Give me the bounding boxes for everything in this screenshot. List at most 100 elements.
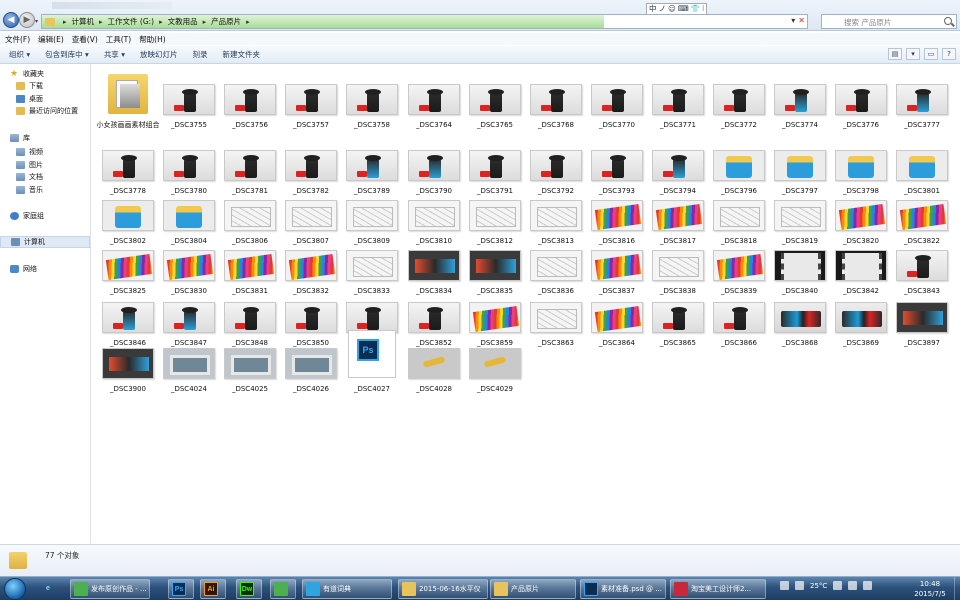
file-item[interactable]: _DSC3838 bbox=[648, 230, 708, 295]
breadcrumb-item[interactable]: 文教用品 bbox=[168, 16, 198, 27]
file-item[interactable]: _DSC3801 bbox=[892, 130, 952, 195]
taskbar-button[interactable]: 素材准备.psd @ ... bbox=[580, 579, 666, 599]
file-item[interactable]: _DSC3789 bbox=[342, 130, 402, 195]
file-item[interactable]: _DSC3813 bbox=[526, 180, 586, 245]
file-item[interactable]: _DSC3777 bbox=[892, 64, 952, 129]
menu-item[interactable]: 帮助(H) bbox=[139, 34, 166, 45]
file-item[interactable]: _DSC3816 bbox=[587, 180, 647, 245]
file-item[interactable]: _DSC3797 bbox=[770, 130, 830, 195]
file-item[interactable]: _DSC3758 bbox=[342, 64, 402, 129]
file-item[interactable]: _DSC3851 bbox=[342, 282, 402, 347]
file-item[interactable]: _DSC3864 bbox=[587, 282, 647, 347]
address-dropdown-icon[interactable]: ▾ bbox=[791, 16, 795, 25]
toolbar-button[interactable]: 组织 ▾ bbox=[9, 49, 30, 60]
ime-item[interactable]: ノ bbox=[659, 4, 667, 14]
file-item[interactable]: _DSC3807 bbox=[281, 180, 341, 245]
breadcrumb-separator-icon[interactable]: ▸ bbox=[246, 18, 250, 26]
file-item[interactable]: _DSC3852 bbox=[404, 282, 464, 347]
help-icon[interactable]: ? bbox=[942, 48, 956, 60]
file-item[interactable]: _DSC3830 bbox=[159, 230, 219, 295]
file-item[interactable]: _DSC3834 bbox=[404, 230, 464, 295]
file-item[interactable]: _DSC3825 bbox=[98, 230, 158, 295]
file-item[interactable]: _DSC3850 bbox=[281, 282, 341, 347]
file-item[interactable]: _DSC3798 bbox=[831, 130, 891, 195]
ime-item[interactable]: 👕 bbox=[691, 4, 700, 14]
file-item[interactable]: _DSC3755 bbox=[159, 64, 219, 129]
menu-item[interactable]: 查看(V) bbox=[72, 34, 98, 45]
volume-icon[interactable] bbox=[863, 581, 873, 590]
file-item[interactable]: _DSC3820 bbox=[831, 180, 891, 245]
toolbar-button[interactable]: 放映幻灯片 bbox=[140, 49, 178, 60]
taskbar-button[interactable]: 产品原片 bbox=[490, 579, 576, 599]
file-item[interactable]: _DSC3832 bbox=[281, 230, 341, 295]
forward-button[interactable]: ▶ bbox=[19, 12, 35, 28]
ime-item[interactable]: ⌨ bbox=[678, 4, 689, 14]
sidebar-item[interactable]: 视频 bbox=[0, 146, 90, 158]
file-item[interactable]: _DSC3782 bbox=[281, 130, 341, 195]
taskbar-button[interactable]: Ps bbox=[168, 579, 194, 599]
file-item[interactable]: _DSC3897 bbox=[892, 282, 952, 347]
menu-item[interactable]: 编辑(E) bbox=[38, 34, 64, 45]
file-item[interactable]: _DSC3757 bbox=[281, 64, 341, 129]
file-item[interactable]: _DSC3790 bbox=[404, 130, 464, 195]
file-item[interactable]: _DSC3780 bbox=[159, 130, 219, 195]
file-item[interactable]: _DSC3817 bbox=[648, 180, 708, 245]
file-item[interactable]: _DSC3866 bbox=[709, 282, 769, 347]
file-item[interactable]: _DSC3848 bbox=[220, 282, 280, 347]
toolbar-button[interactable]: 共享 ▾ bbox=[104, 49, 125, 60]
file-item[interactable]: _DSC3868 bbox=[770, 282, 830, 347]
sidebar-item[interactable]: 图片 bbox=[0, 159, 90, 171]
network-icon[interactable] bbox=[848, 581, 858, 590]
file-item[interactable]: _DSC3809 bbox=[342, 180, 402, 245]
view-dropdown-icon[interactable]: ▾ bbox=[906, 48, 920, 60]
file-item[interactable]: _DSC3791 bbox=[465, 130, 525, 195]
file-item[interactable]: _DSC3836 bbox=[526, 230, 586, 295]
address-bar[interactable]: ▸ 计算机 ▸ 工作文件 (G:) ▸ 文教用品 ▸ 产品原片 ▸ ▾ ✕ bbox=[41, 14, 808, 29]
taskbar-button[interactable]: Ai bbox=[200, 579, 226, 599]
sidebar-item[interactable]: 下载 bbox=[0, 80, 90, 92]
menu-item[interactable]: 工具(T) bbox=[106, 34, 131, 45]
file-item[interactable]: _DSC4029 bbox=[465, 328, 525, 393]
file-item[interactable]: _DSC3765 bbox=[465, 64, 525, 129]
file-item[interactable]: _DSC4028 bbox=[404, 328, 464, 393]
ime-item[interactable]: ⁝ bbox=[702, 4, 704, 14]
file-item[interactable]: _DSC3835 bbox=[465, 230, 525, 295]
file-item[interactable]: _DSC3818 bbox=[709, 180, 769, 245]
weather-text[interactable]: 25°C bbox=[810, 582, 827, 590]
file-item[interactable]: _DSC3772 bbox=[709, 64, 769, 129]
start-button[interactable] bbox=[4, 578, 26, 600]
show-desktop-button[interactable] bbox=[954, 577, 960, 600]
file-item[interactable]: _DSC3839 bbox=[709, 230, 769, 295]
toolbar-button[interactable]: 新建文件夹 bbox=[222, 49, 260, 60]
taskbar-button[interactable]: 2015-06-16水平仪 bbox=[398, 579, 488, 599]
file-item[interactable]: _DSC3846 bbox=[98, 282, 158, 347]
file-item[interactable]: _DSC3810 bbox=[404, 180, 464, 245]
back-button[interactable]: ◀ bbox=[3, 12, 19, 28]
file-item[interactable]: _DSC3806 bbox=[220, 180, 280, 245]
file-item[interactable]: _DSC4024 bbox=[159, 328, 219, 393]
breadcrumb-item[interactable]: 工作文件 (G:) bbox=[108, 16, 155, 27]
file-item[interactable]: _DSC3833 bbox=[342, 230, 402, 295]
file-item[interactable]: _DSC4026 bbox=[281, 328, 341, 393]
preview-pane-icon[interactable]: ▭ bbox=[924, 48, 938, 60]
taskbar-button[interactable] bbox=[270, 579, 296, 599]
file-item[interactable]: _DSC3778 bbox=[98, 130, 158, 195]
file-item[interactable]: _DSC3802 bbox=[98, 180, 158, 245]
file-item[interactable]: _DSC3869 bbox=[831, 282, 891, 347]
menu-item[interactable]: 文件(F) bbox=[5, 34, 30, 45]
file-item[interactable]: _DSC3796 bbox=[709, 130, 769, 195]
breadcrumb-item[interactable]: 产品原片 bbox=[211, 16, 241, 27]
breadcrumb-separator-icon[interactable]: ▸ bbox=[203, 18, 207, 26]
file-item[interactable]: _DSC3859 bbox=[465, 282, 525, 347]
file-item[interactable]: _DSC3865 bbox=[648, 282, 708, 347]
sidebar-item[interactable]: ★ 收藏夹 bbox=[0, 68, 90, 80]
view-mode-icon[interactable]: ▤ bbox=[888, 48, 902, 60]
file-item[interactable]: _DSC3843 bbox=[892, 230, 952, 295]
file-item[interactable]: _DSC3768 bbox=[526, 64, 586, 129]
file-item[interactable]: _DSC3840 bbox=[770, 230, 830, 295]
search-icon[interactable] bbox=[944, 17, 952, 25]
toolbar-button[interactable]: 刻录 bbox=[192, 49, 207, 60]
file-item[interactable]: _DSC3781 bbox=[220, 130, 280, 195]
taskbar-button[interactable]: 淘宝美工设计师2... bbox=[670, 579, 766, 599]
breadcrumb-separator-icon[interactable]: ▸ bbox=[63, 18, 67, 26]
